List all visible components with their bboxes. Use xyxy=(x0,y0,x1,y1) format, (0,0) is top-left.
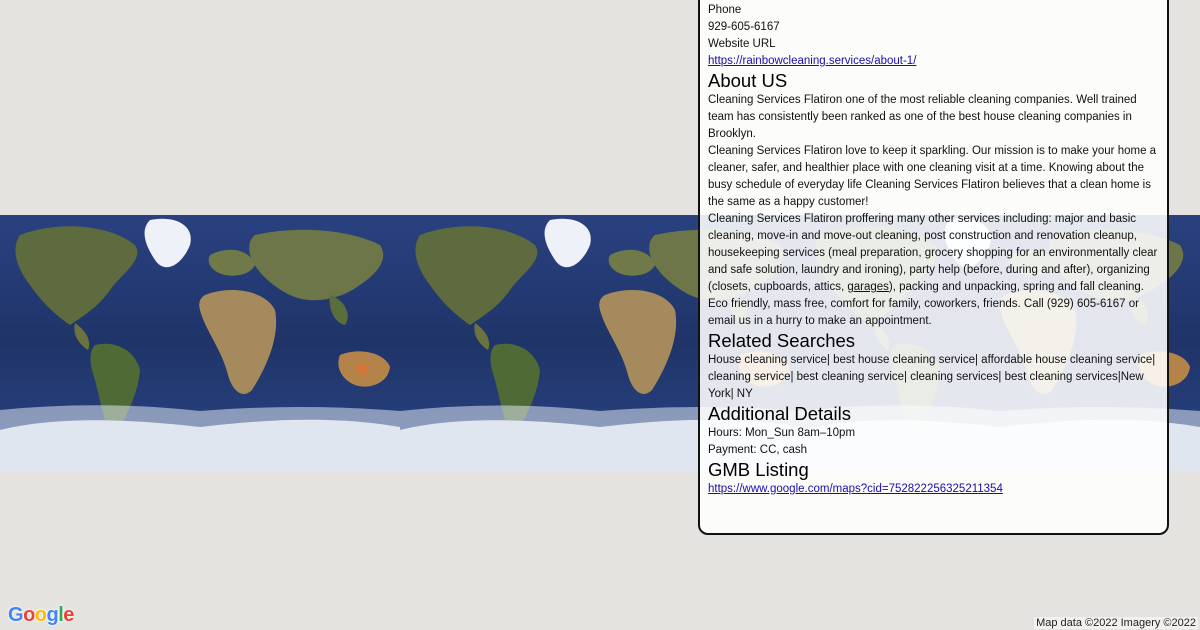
phone-value: 929-605-6167 xyxy=(708,21,780,33)
logo-letter: G xyxy=(8,604,24,626)
logo-letter: e xyxy=(63,604,74,626)
logo-letter: o xyxy=(23,604,35,626)
website-link[interactable]: https://rainbowcleaning.services/about-1… xyxy=(708,55,916,67)
related-searches-text: House cleaning service| best house clean… xyxy=(708,354,1156,400)
phone-label: Phone xyxy=(708,4,742,16)
additional-details-heading: Additional Details xyxy=(708,403,851,424)
gmb-listing-link[interactable]: https://www.google.com/maps?cid=75282225… xyxy=(708,483,1003,495)
about-paragraph-2: Cleaning Services Flatiron love to keep … xyxy=(708,145,1157,208)
google-logo[interactable]: Google xyxy=(8,604,74,627)
map-attribution: Map data ©2022 Imagery ©2022 xyxy=(1034,617,1198,629)
website-label: Website URL xyxy=(708,38,776,50)
related-searches-heading: Related Searches xyxy=(708,330,856,351)
about-paragraph-3: Cleaning Services Flatiron proffering ma… xyxy=(708,211,1159,330)
payment-text: Payment: CC, cash xyxy=(708,444,808,456)
logo-letter: g xyxy=(46,604,59,626)
gmb-listing-heading: GMB Listing xyxy=(708,459,809,480)
garages-link[interactable]: garages xyxy=(847,281,889,293)
hours-text: Hours: Mon_Sun 8am–10pm xyxy=(708,427,856,439)
about-heading: About US xyxy=(708,70,788,91)
logo-letter: o xyxy=(34,604,47,626)
about-paragraph-1: Cleaning Services Flatiron one of the mo… xyxy=(708,94,1137,140)
business-info-panel: Phone 929-605-6167 Website URL https://r… xyxy=(698,0,1169,535)
